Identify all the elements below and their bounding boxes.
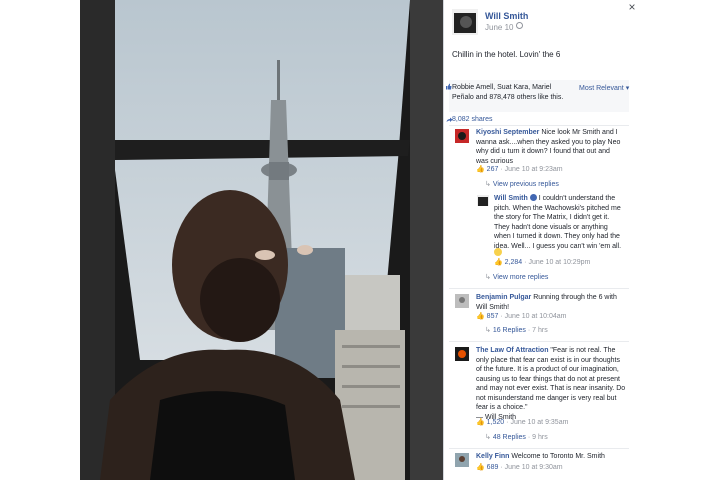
replies-age: 7 hrs xyxy=(532,327,548,334)
like-icon[interactable]: 👍 xyxy=(476,419,485,426)
like-icon[interactable]: 👍 xyxy=(494,259,503,266)
reply-body: Will Smith I couldn't understand the pit… xyxy=(494,194,626,251)
comment-time[interactable]: June 10 at 10:04am xyxy=(505,313,567,320)
replies-age: 9 hrs xyxy=(532,434,548,441)
commenter-avatar[interactable] xyxy=(455,294,469,308)
comment-time[interactable]: June 10 at 9:30am xyxy=(505,464,563,471)
divider xyxy=(449,341,629,342)
like-count[interactable]: 1,520 xyxy=(487,419,505,426)
view-more-replies[interactable]: ↳ View more replies xyxy=(485,273,548,281)
commenter-name[interactable]: The Law Of Attraction xyxy=(476,347,548,354)
comment-body: The Law Of Attraction "Fear is not real.… xyxy=(476,346,626,422)
comment-meta: 👍 689 · June 10 at 9:30am xyxy=(476,464,563,471)
sort-dropdown[interactable]: Most Relevant ▾ xyxy=(579,84,629,92)
like-count[interactable]: 267 xyxy=(487,166,499,173)
post-photo[interactable] xyxy=(80,0,443,480)
post-text: Chillin in the hotel. Lovin' the 6 xyxy=(452,50,561,59)
commenter-avatar[interactable] xyxy=(455,347,469,361)
reply-author-name[interactable]: Will Smith xyxy=(494,195,528,202)
reply-meta: 👍 2,284 · June 10 at 10:29pm xyxy=(494,259,591,266)
comment-text: "Fear is not real. The only place that f… xyxy=(476,347,626,411)
divider xyxy=(449,448,629,449)
reply-arrow-icon: ↳ xyxy=(485,434,491,441)
reply-arrow-icon: ↳ xyxy=(485,327,491,334)
divider xyxy=(449,288,629,289)
globe-icon xyxy=(516,22,523,29)
reply-arrow-icon: ↳ xyxy=(485,181,491,188)
author-avatar[interactable] xyxy=(452,9,478,35)
post-author-name[interactable]: Will Smith xyxy=(485,11,528,21)
replies-count: 48 Replies xyxy=(492,434,526,441)
comment-body: Kelly Finn Welcome to Toronto Mr. Smith xyxy=(476,452,624,462)
verified-icon xyxy=(529,194,537,201)
smile-emoji-icon xyxy=(494,248,502,256)
shares-count[interactable]: 8,082 shares xyxy=(452,116,492,123)
photo-image xyxy=(80,0,443,480)
commenter-avatar[interactable] xyxy=(455,129,469,143)
like-icon[interactable]: 👍 xyxy=(476,464,485,471)
comment-time[interactable]: June 10 at 9:35am xyxy=(510,419,568,426)
like-count[interactable]: 689 xyxy=(487,464,499,471)
replies-link[interactable]: ↳ 48 Replies · 9 hrs xyxy=(485,433,548,441)
like-icon[interactable]: 👍 xyxy=(476,166,485,173)
commenter-avatar[interactable] xyxy=(455,453,469,467)
view-previous-label: View previous replies xyxy=(492,181,559,188)
view-more-label: View more replies xyxy=(492,274,549,281)
sort-label: Most Relevant xyxy=(579,85,624,92)
reply-avatar[interactable] xyxy=(477,194,489,206)
comment-body: Kiyoshi September Nice look Mr Smith and… xyxy=(476,128,624,166)
comment-text: Welcome to Toronto Mr. Smith xyxy=(511,453,605,460)
comment-meta: 👍 1,520 · June 10 at 9:35am xyxy=(476,419,569,426)
reply-text: I couldn't understand the pitch. When th… xyxy=(494,195,622,250)
commenter-name[interactable]: Benjamin Pulgar xyxy=(476,294,531,301)
view-previous-replies[interactable]: ↳ View previous replies xyxy=(485,180,559,188)
like-icon xyxy=(446,83,452,90)
commenter-name[interactable]: Kiyoshi September xyxy=(476,129,539,136)
replies-link[interactable]: ↳ 16 Replies · 7 hrs xyxy=(485,326,548,334)
like-count[interactable]: 857 xyxy=(487,313,499,320)
comment-meta: 👍 267 · June 10 at 9:23am xyxy=(476,166,563,173)
comment-body: Benjamin Pulgar Running through the 6 wi… xyxy=(476,293,624,312)
like-icon[interactable]: 👍 xyxy=(476,313,485,320)
post-date[interactable]: June 10 xyxy=(485,23,513,32)
reply-arrow-icon: ↳ xyxy=(485,274,491,281)
replies-count: 16 Replies xyxy=(492,327,526,334)
like-count[interactable]: 2,284 xyxy=(505,259,523,266)
divider xyxy=(449,125,629,126)
comment-time[interactable]: June 10 at 9:23am xyxy=(505,166,563,173)
chevron-down-icon: ▾ xyxy=(625,85,630,92)
comment-meta: 👍 857 · June 10 at 10:04am xyxy=(476,313,567,320)
reply-time[interactable]: June 10 at 10:29pm xyxy=(528,259,590,266)
close-icon[interactable]: × xyxy=(626,1,638,13)
likes-summary[interactable]: Robbie Amell, Suat Kara, Mariel Peñalo a… xyxy=(452,83,570,102)
commenter-name[interactable]: Kelly Finn xyxy=(476,453,509,460)
